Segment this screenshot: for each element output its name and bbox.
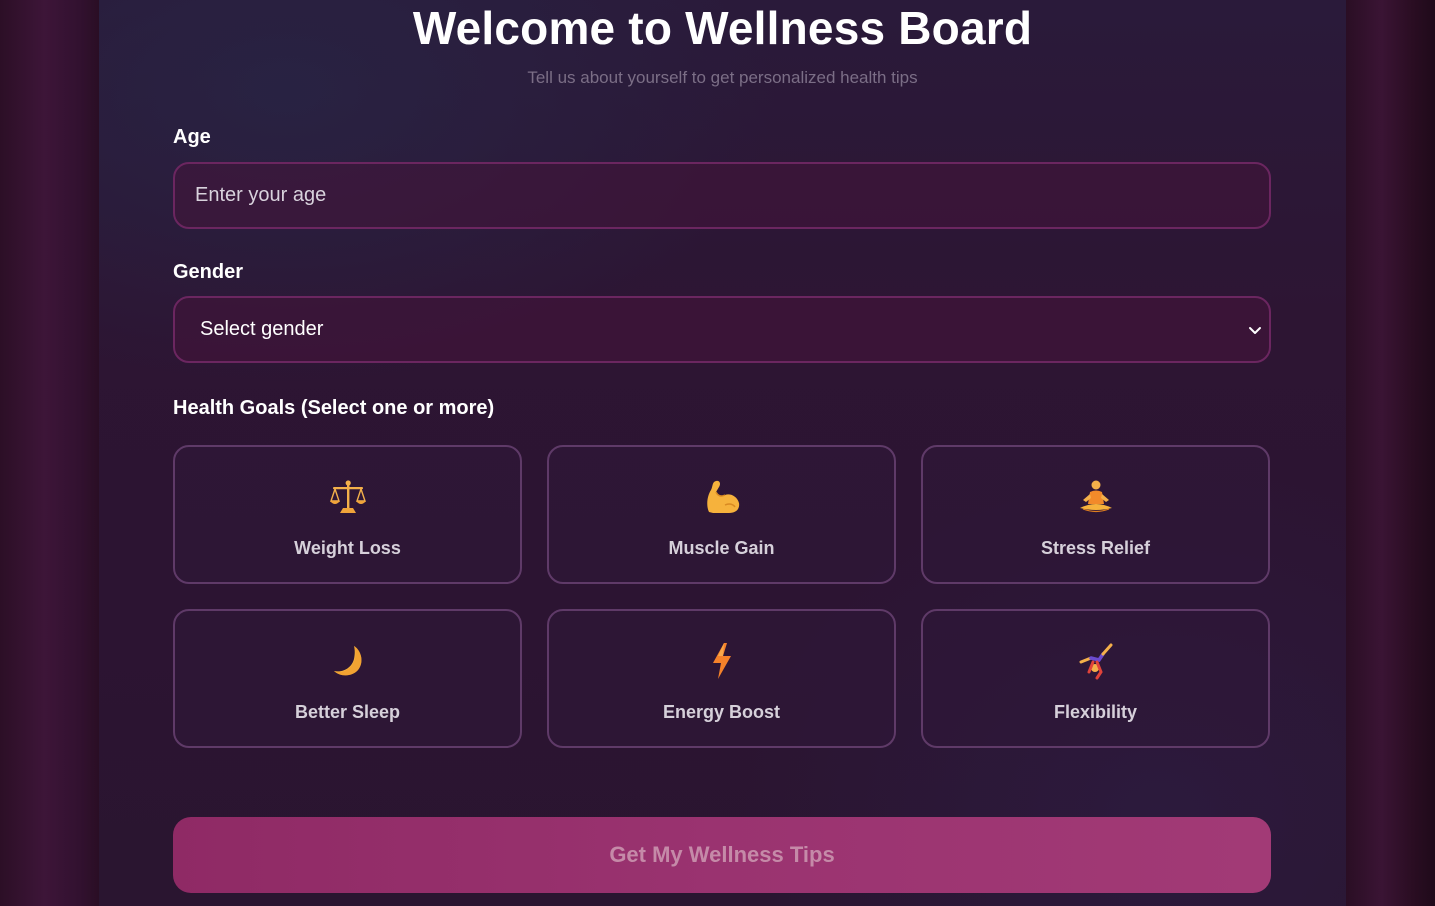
goal-label: Muscle Gain <box>668 538 775 558</box>
page-subtitle: Tell us about yourself to get personaliz… <box>527 68 918 87</box>
goal-label: Energy Boost <box>662 702 781 722</box>
age-input-placeholder: Enter your age <box>195 184 327 206</box>
goal-stress-relief[interactable]: Stress Relief <box>921 445 1270 584</box>
goal-label: Weight Loss <box>294 538 401 558</box>
meditation-icon <box>923 477 1268 517</box>
chevron-down-icon <box>1245 320 1265 340</box>
goal-muscle-gain[interactable]: Muscle Gain <box>547 445 896 584</box>
gender-select-value: Select gender <box>200 318 324 340</box>
crescent-moon-icon <box>175 641 520 681</box>
goal-label: Stress Relief <box>1040 538 1151 558</box>
wellness-form-panel: Welcome to Wellness Board Tell us about … <box>99 0 1346 906</box>
flexed-biceps-icon <box>549 477 894 517</box>
goal-flexibility[interactable]: Flexibility <box>921 609 1270 748</box>
health-goals-label: Health Goals (Select one or more) <box>173 397 495 419</box>
balance-scale-icon <box>175 477 520 517</box>
goal-better-sleep[interactable]: Better Sleep <box>173 609 522 748</box>
right-backdrop <box>1346 0 1435 906</box>
page-title: Welcome to Wellness Board <box>412 2 1033 54</box>
left-backdrop <box>0 0 99 906</box>
gender-label: Gender <box>173 261 244 283</box>
age-input[interactable]: Enter your age <box>173 162 1271 229</box>
get-wellness-tips-button[interactable]: Get My Wellness Tips <box>173 817 1271 893</box>
lightning-bolt-icon <box>549 641 894 681</box>
goal-energy-boost[interactable]: Energy Boost <box>547 609 896 748</box>
goal-label: Flexibility <box>1053 702 1138 722</box>
cartwheel-icon <box>923 641 1268 681</box>
age-label: Age <box>173 126 211 148</box>
goal-label: Better Sleep <box>294 702 401 722</box>
goal-weight-loss[interactable]: Weight Loss <box>173 445 522 584</box>
gender-select[interactable]: Select gender <box>173 296 1271 363</box>
